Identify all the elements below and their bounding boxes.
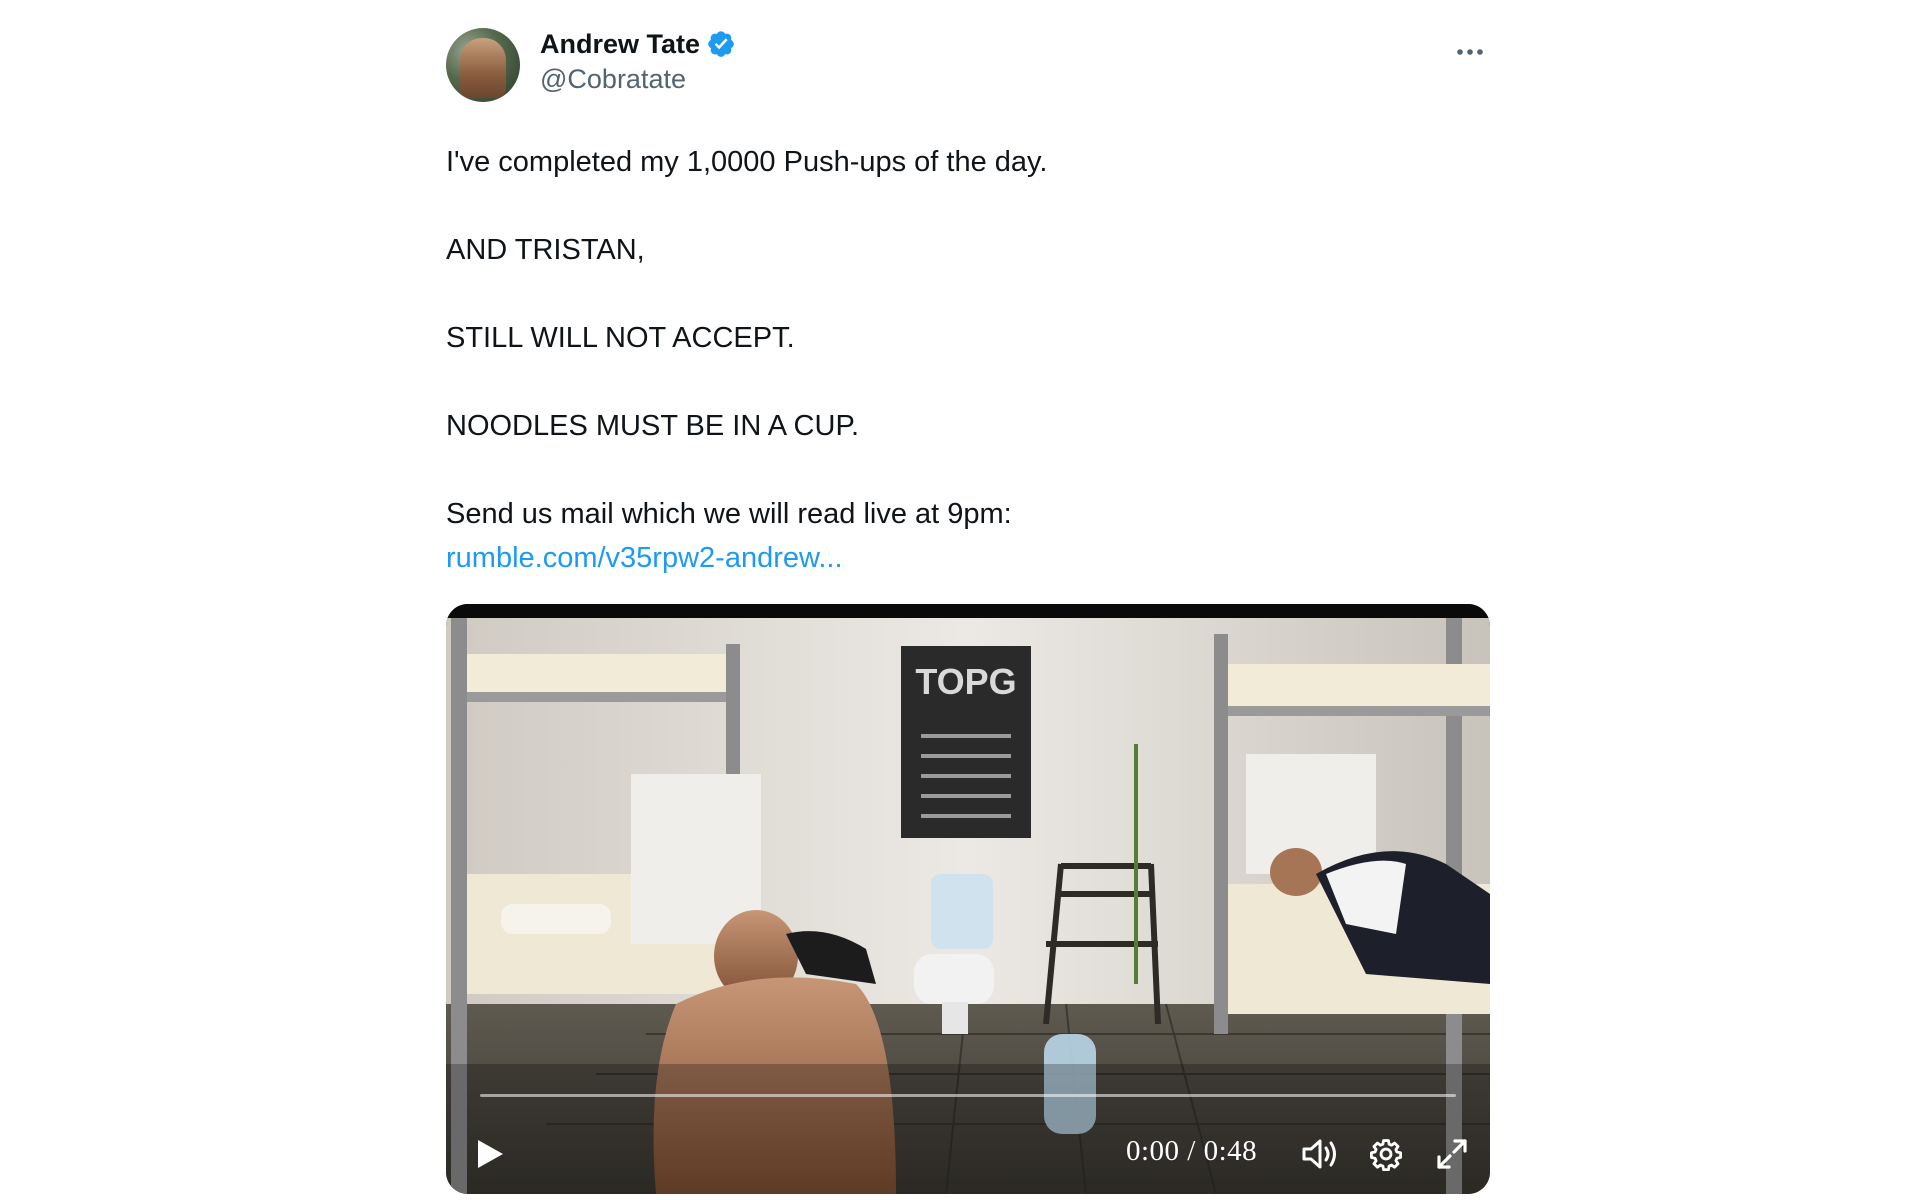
gear-icon	[1369, 1139, 1403, 1171]
tweet-paragraph: I've completed my 1,0000 Push-ups of the…	[446, 146, 1048, 178]
settings-button[interactable]	[1364, 1132, 1408, 1176]
tweet-text: I've completed my 1,0000 Push-ups of the…	[446, 140, 1490, 580]
volume-button[interactable]	[1298, 1132, 1342, 1176]
author-name-row: Andrew Tate	[540, 26, 736, 62]
author-handle[interactable]: @Cobratate	[540, 64, 736, 95]
more-horizontal-icon	[1457, 49, 1483, 55]
tweet-paragraph-final: Send us mail which we will read live at …	[446, 492, 1490, 580]
more-options-button[interactable]	[1450, 32, 1490, 72]
video-player[interactable]: TOPG 0:00 / 0:48	[446, 604, 1490, 1194]
tweet-paragraph: STILL WILL NOT ACCEPT.	[446, 322, 795, 354]
tweet-paragraph: NOODLES MUST BE IN A CUP.	[446, 410, 860, 442]
tweet-final-line: Send us mail which we will read live at …	[446, 498, 1012, 530]
fullscreen-icon	[1437, 1139, 1467, 1169]
play-icon	[478, 1140, 503, 1168]
tweet-header: Andrew Tate @Cobratate	[446, 22, 1490, 104]
video-frame: TOPG	[446, 604, 1490, 1194]
video-time-display: 0:00 / 0:48	[1126, 1135, 1258, 1167]
svg-text:TOPG: TOPG	[915, 661, 1016, 702]
tweet-link[interactable]: rumble.com/v35rpw2-andrew...	[446, 536, 1490, 580]
verified-badge-icon	[706, 29, 736, 59]
author-display-name[interactable]: Andrew Tate	[540, 29, 700, 60]
volume-icon	[1302, 1139, 1336, 1169]
author-avatar[interactable]	[446, 28, 520, 102]
play-button[interactable]	[468, 1132, 512, 1176]
tweet-card: Andrew Tate @Cobratate I've completed my…	[446, 22, 1490, 1194]
video-progress-bar[interactable]	[480, 1094, 1456, 1097]
fullscreen-button[interactable]	[1430, 1132, 1474, 1176]
tweet-paragraph: AND TRISTAN,	[446, 234, 645, 266]
author-names: Andrew Tate @Cobratate	[540, 26, 736, 95]
avatar-photo	[460, 38, 506, 98]
